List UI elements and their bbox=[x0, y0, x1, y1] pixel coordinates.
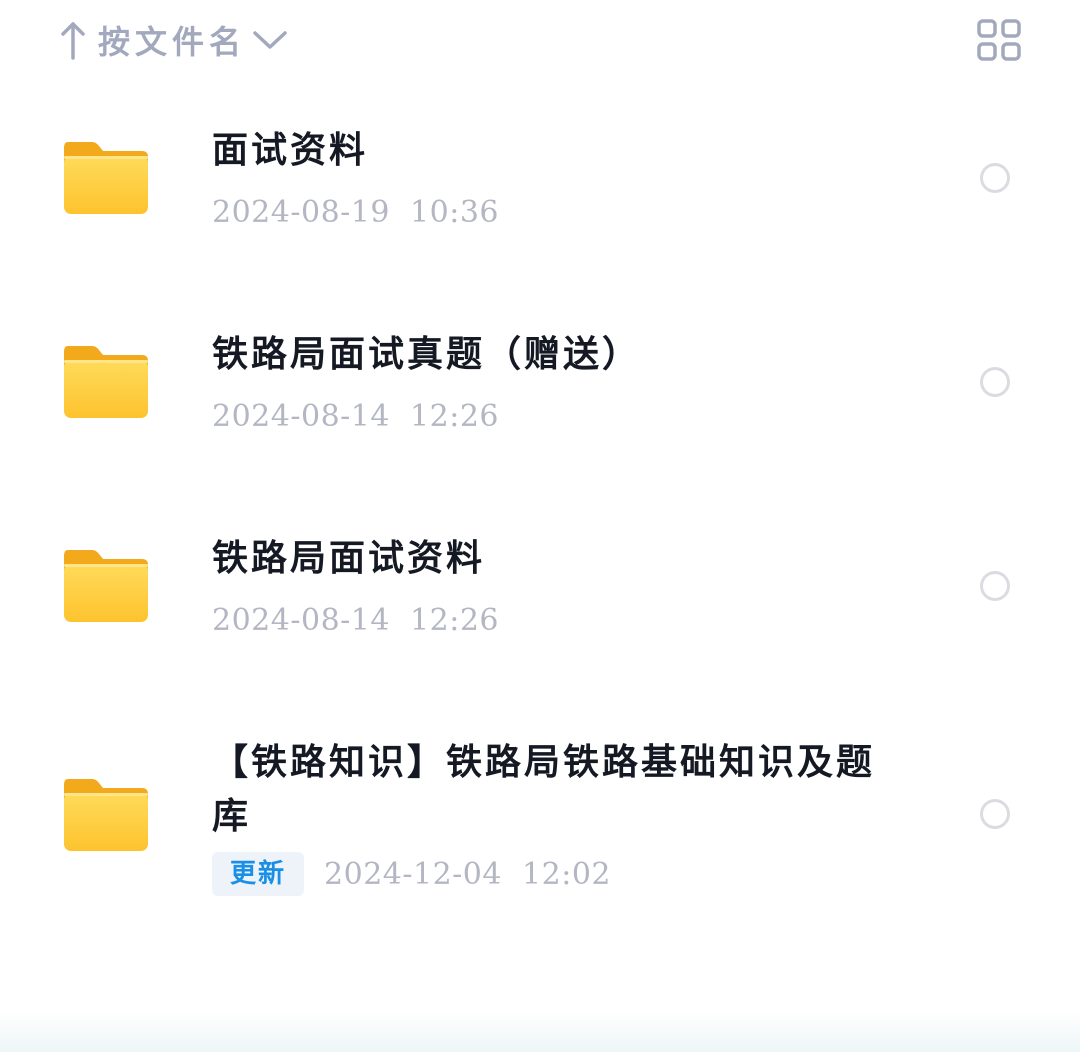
select-checkbox[interactable] bbox=[980, 367, 1010, 397]
file-row-1[interactable]: 面试资料 2024-08-19 10:36 bbox=[0, 110, 1080, 280]
file-row-2[interactable]: 铁路局面试真题（赠送） 2024-08-14 12:26 bbox=[0, 314, 1080, 484]
chevron-down-icon bbox=[252, 27, 288, 53]
file-meta: 2024-08-19 10:36 bbox=[212, 190, 499, 234]
file-date: 2024-12-04 12:02 bbox=[324, 856, 612, 892]
select-checkbox[interactable] bbox=[980, 799, 1010, 829]
file-meta: 2024-08-14 12:26 bbox=[212, 598, 499, 642]
view-toggle-button[interactable] bbox=[976, 18, 1022, 62]
folder-icon bbox=[62, 546, 150, 624]
select-checkbox[interactable] bbox=[980, 163, 1010, 193]
file-date: 2024-08-14 12:26 bbox=[212, 602, 499, 638]
sort-by-name-button[interactable]: 按文件名 bbox=[60, 18, 288, 62]
folder-icon bbox=[62, 775, 150, 853]
folder-icon bbox=[62, 138, 150, 216]
file-meta: 更新 2024-12-04 12:02 bbox=[212, 852, 611, 896]
update-badge: 更新 bbox=[212, 852, 305, 896]
file-row-4[interactable]: 【铁路知识】铁路局铁路基础知识及题库 更新 2024-12-04 12:02 bbox=[0, 722, 1080, 912]
file-browser-page: 按文件名 面试资料 2024-08-19 10:36 铁路局面试真题（赠送） 2… bbox=[0, 0, 1080, 1052]
arrow-up-icon bbox=[60, 20, 86, 60]
file-date: 2024-08-19 10:36 bbox=[212, 194, 499, 230]
select-checkbox[interactable] bbox=[980, 571, 1010, 601]
folder-icon bbox=[62, 342, 150, 420]
file-name: 铁路局面试真题（赠送） bbox=[212, 334, 642, 375]
file-row-3[interactable]: 铁路局面试资料 2024-08-14 12:26 bbox=[0, 518, 1080, 688]
file-meta: 2024-08-14 12:26 bbox=[212, 394, 499, 438]
file-date: 2024-08-14 12:26 bbox=[212, 398, 499, 434]
grid-view-icon bbox=[976, 19, 1022, 66]
file-name: 面试资料 bbox=[212, 130, 369, 171]
sort-label: 按文件名 bbox=[98, 23, 247, 61]
file-name: 铁路局面试资料 bbox=[212, 538, 486, 579]
file-name: 【铁路知识】铁路局铁路基础知识及题库 bbox=[212, 742, 876, 837]
